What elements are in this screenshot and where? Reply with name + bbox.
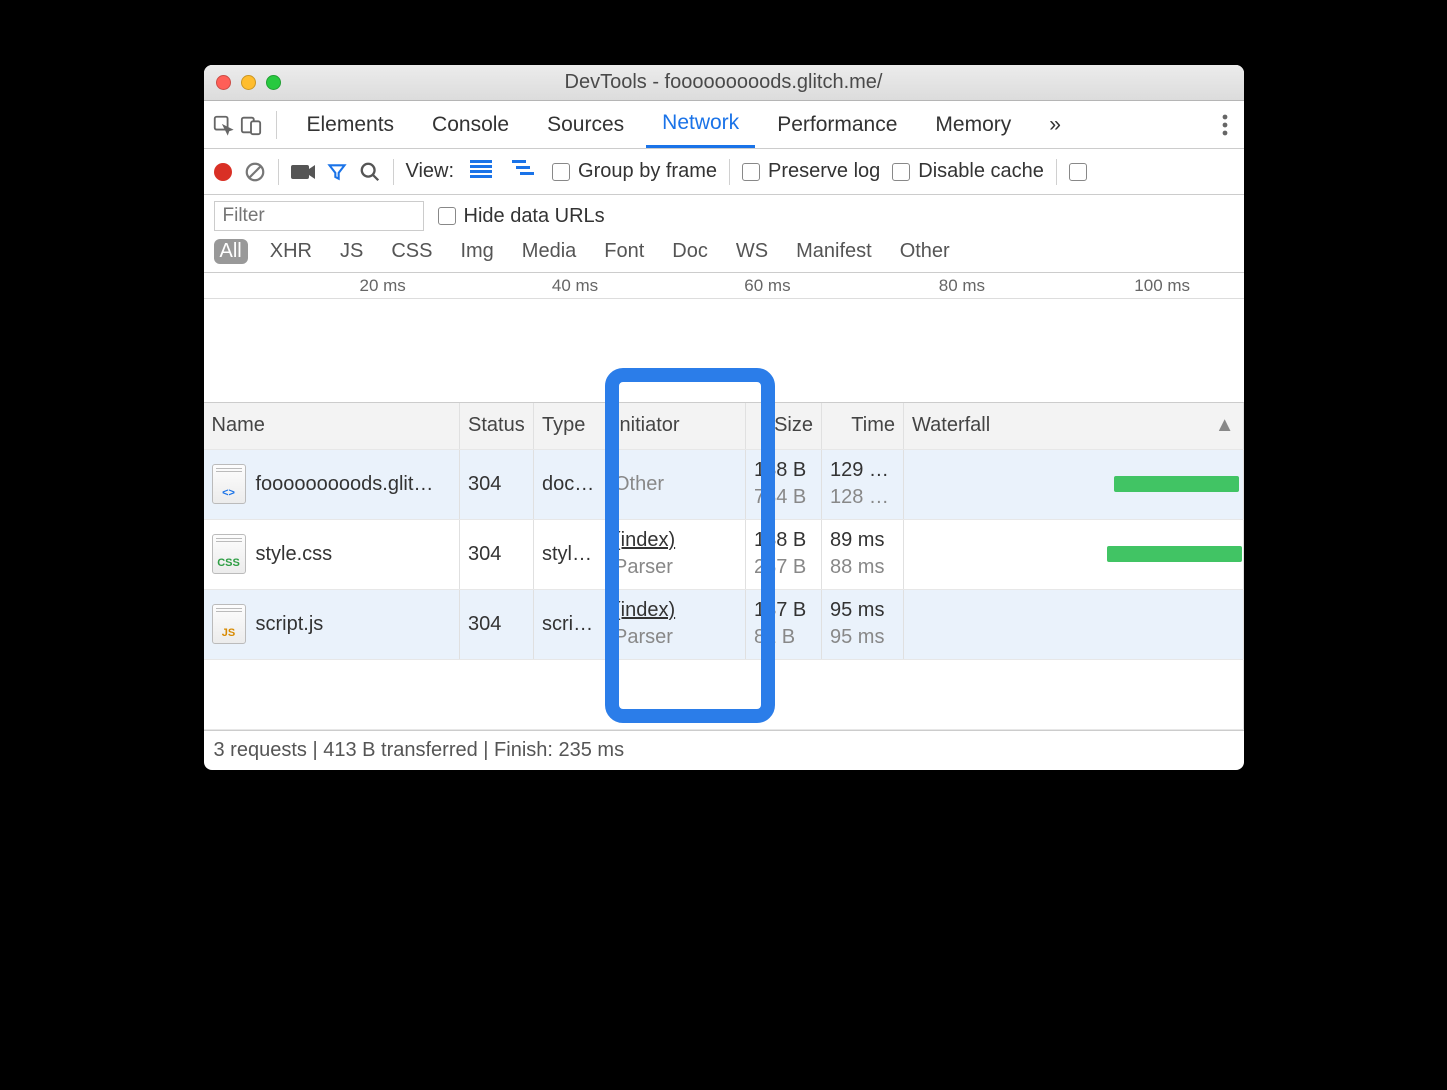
window-controls (216, 75, 281, 90)
resource-type-filters: All XHR JS CSS Img Media Font Doc WS Manifest Othe… (204, 235, 1244, 273)
devtools-window: DevTools - fooooooooods.glitch.me/ Eleme… (204, 65, 1244, 770)
filter-icon[interactable] (327, 162, 347, 182)
type-filter-ws[interactable]: WS (730, 239, 774, 264)
type-cell: style… (534, 519, 606, 589)
timeline-tick: 60 ms (744, 276, 790, 296)
timeline-tick: 100 ms (1134, 276, 1190, 296)
network-toolbar: View: Group by frame Preserve log Disabl… (204, 149, 1244, 195)
status-cell: 304 (460, 519, 534, 589)
type-filter-other[interactable]: Other (894, 239, 956, 264)
minimize-window-button[interactable] (241, 75, 256, 90)
status-bar: 3 requests | 413 B transferred | Finish:… (204, 730, 1244, 770)
zoom-window-button[interactable] (266, 75, 281, 90)
initiator-cell[interactable]: (index)Parser (606, 589, 746, 659)
tab-sources[interactable]: Sources (531, 101, 640, 148)
preserve-log-label: Preserve log (768, 160, 880, 183)
kebab-menu-icon[interactable] (1214, 114, 1236, 136)
col-initiator-header[interactable]: Initiator (606, 403, 746, 449)
overview-timeline[interactable]: 20 ms 40 ms 60 ms 80 ms 100 ms (204, 273, 1244, 403)
col-size-header[interactable]: Size (746, 403, 822, 449)
waterfall-cell (904, 589, 1244, 659)
request-name: style.css (256, 543, 333, 566)
filter-row: Hide data URLs (204, 195, 1244, 235)
type-filter-manifest[interactable]: Manifest (790, 239, 878, 264)
tab-performance[interactable]: Performance (761, 101, 913, 148)
offline-checkbox-truncated[interactable] (1069, 163, 1087, 181)
time-cell: 129 …128 … (822, 449, 904, 519)
tab-console[interactable]: Console (416, 101, 525, 148)
size-cell: 137 B81 B (746, 589, 822, 659)
type-filter-all[interactable]: All (214, 239, 248, 264)
preserve-log-checkbox[interactable]: Preserve log (742, 160, 880, 183)
hide-data-urls-checkbox[interactable]: Hide data URLs (438, 205, 605, 228)
time-cell: 89 ms88 ms (822, 519, 904, 589)
table-row[interactable]: CSS style.css 304style…(index)Parser138 B2… (204, 519, 1244, 589)
table-row-empty (204, 659, 1244, 729)
title-bar: DevTools - fooooooooods.glitch.me/ (204, 65, 1244, 101)
waterfall-bar (1107, 546, 1242, 562)
table-row[interactable]: <> fooooooooods.glit… 304doc…Other138 B734… (204, 449, 1244, 519)
waterfall-bar (1114, 476, 1239, 492)
requests-table: Name Status Type Initiator Size Time Wat… (204, 403, 1244, 730)
large-rows-icon[interactable] (466, 160, 496, 184)
device-toolbar-icon[interactable] (240, 114, 262, 136)
table-row[interactable]: JS script.js 304scrip…(index)Parser137 B81… (204, 589, 1244, 659)
disable-cache-label: Disable cache (918, 160, 1044, 183)
close-window-button[interactable] (216, 75, 231, 90)
col-status-header[interactable]: Status (460, 403, 534, 449)
disable-cache-checkbox[interactable]: Disable cache (892, 160, 1044, 183)
type-filter-media[interactable]: Media (516, 239, 582, 264)
screenshot-icon[interactable] (291, 163, 315, 181)
window-title: DevTools - fooooooooods.glitch.me/ (216, 71, 1232, 94)
clear-icon[interactable] (244, 161, 266, 183)
request-name: fooooooooods.glit… (256, 473, 434, 496)
col-time-header[interactable]: Time (822, 403, 904, 449)
type-filter-css[interactable]: CSS (385, 239, 438, 264)
search-icon[interactable] (359, 161, 381, 183)
type-filter-doc[interactable]: Doc (666, 239, 714, 264)
col-waterfall-header[interactable]: Waterfall (904, 403, 1244, 449)
tab-network[interactable]: Network (646, 101, 755, 148)
file-type-icon: CSS (212, 534, 246, 574)
record-button[interactable] (214, 163, 232, 181)
more-tabs-icon[interactable]: » (1033, 101, 1077, 148)
type-filter-xhr[interactable]: XHR (264, 239, 318, 264)
waterfall-cell (904, 519, 1244, 589)
tab-memory[interactable]: Memory (919, 101, 1027, 148)
size-cell: 138 B734 B (746, 449, 822, 519)
group-by-frame-checkbox[interactable]: Group by frame (552, 160, 717, 183)
tab-elements[interactable]: Elements (291, 101, 411, 148)
initiator-cell[interactable]: Other (606, 449, 746, 519)
hide-data-urls-label: Hide data URLs (464, 205, 605, 228)
status-cell: 304 (460, 449, 534, 519)
group-by-frame-label: Group by frame (578, 160, 717, 183)
filter-input[interactable] (214, 201, 424, 231)
timeline-ruler: 20 ms 40 ms 60 ms 80 ms 100 ms (204, 273, 1244, 299)
timeline-tick: 20 ms (360, 276, 406, 296)
col-type-header[interactable]: Type (534, 403, 606, 449)
view-label: View: (406, 160, 455, 183)
col-name-header[interactable]: Name (204, 403, 460, 449)
timeline-tick: 40 ms (552, 276, 598, 296)
type-filter-font[interactable]: Font (598, 239, 650, 264)
inspect-element-icon[interactable] (212, 114, 234, 136)
separator (276, 111, 277, 139)
type-filter-js[interactable]: JS (334, 239, 369, 264)
size-cell: 138 B287 B (746, 519, 822, 589)
status-cell: 304 (460, 589, 534, 659)
type-cell: scrip… (534, 589, 606, 659)
file-type-icon: JS (212, 604, 246, 644)
request-name: script.js (256, 613, 324, 636)
time-cell: 95 ms95 ms (822, 589, 904, 659)
type-filter-img[interactable]: Img (454, 239, 499, 264)
initiator-cell[interactable]: (index)Parser (606, 519, 746, 589)
overview-icon[interactable] (508, 160, 540, 184)
file-type-icon: <> (212, 464, 246, 504)
type-cell: doc… (534, 449, 606, 519)
panel-tabs: ElementsConsoleSourcesNetworkPerformance… (204, 101, 1244, 149)
timeline-tick: 80 ms (939, 276, 985, 296)
waterfall-cell (904, 449, 1244, 519)
